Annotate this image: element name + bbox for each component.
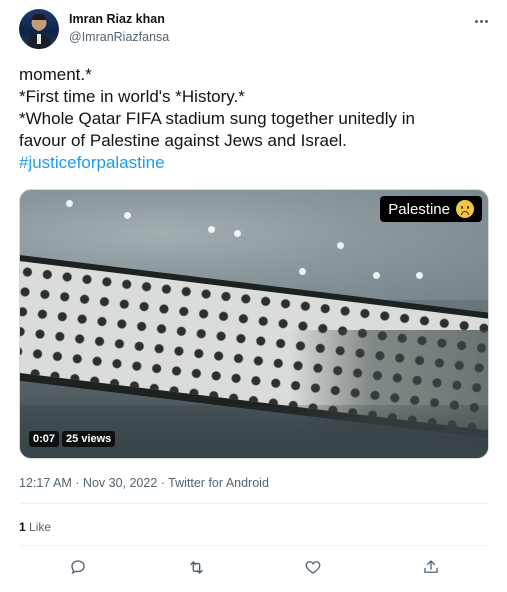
video-info: 0:07 25 views: [29, 431, 116, 447]
tweet-text-line: moment.*: [19, 65, 92, 84]
tweet-text: moment.* *First time in world's *History…: [19, 64, 489, 174]
tweet-text-line: favour of Palestine against Jews and Isr…: [19, 131, 347, 150]
divider: [19, 545, 489, 546]
tweet-text-line: *Whole Qatar FIFA stadium sung together …: [19, 109, 415, 128]
retweet-icon[interactable]: [184, 555, 208, 579]
video-player[interactable]: Palestine 0:07 25 views: [19, 189, 489, 459]
share-icon[interactable]: [419, 555, 443, 579]
like-count[interactable]: 1 Like: [19, 520, 51, 534]
video-overlay-text: Palestine: [388, 200, 450, 218]
hashtag-link[interactable]: #justiceforpalastine: [19, 152, 489, 174]
sad-face-icon: [456, 200, 474, 218]
action-bar: [19, 555, 489, 581]
avatar[interactable]: [19, 9, 59, 49]
like-count-number: 1: [19, 520, 26, 534]
tweet-timestamp[interactable]: 12:17 AM · Nov 30, 2022 · Twitter for An…: [19, 476, 269, 490]
video-duration: 0:07: [29, 431, 60, 447]
tweet-text-line: *First time in world's *History.*: [19, 87, 245, 106]
like-icon[interactable]: [301, 555, 325, 579]
divider: [19, 503, 489, 504]
reply-icon[interactable]: [66, 555, 90, 579]
author-name[interactable]: Imran Riaz khan: [69, 12, 165, 26]
author-handle[interactable]: @ImranRiazfansa: [69, 30, 169, 44]
like-count-label: Like: [29, 520, 52, 534]
video-overlay-caption: Palestine: [380, 196, 482, 222]
more-options-icon[interactable]: [471, 11, 491, 31]
tweet: Imran Riaz khan @ImranRiazfansa moment.*…: [0, 0, 507, 592]
tweet-header: Imran Riaz khan @ImranRiazfansa: [19, 9, 495, 49]
video-views: 25 views: [62, 431, 116, 447]
